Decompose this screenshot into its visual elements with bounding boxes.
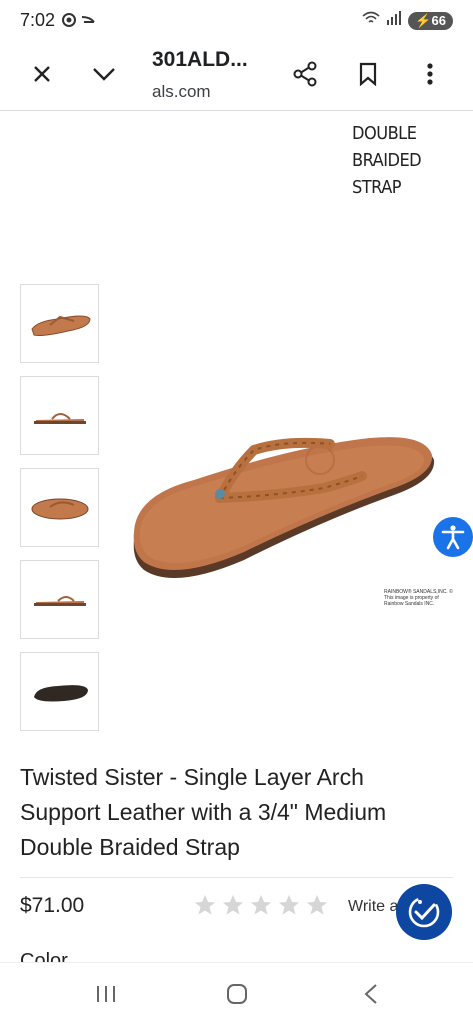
- accessibility-widget-button[interactable]: [396, 884, 452, 940]
- accessibility-icon: [441, 525, 465, 550]
- bookmark-icon[interactable]: [350, 56, 386, 92]
- accessibility-button[interactable]: [433, 517, 473, 557]
- chevron-down-icon[interactable]: [86, 56, 122, 92]
- main-product-image[interactable]: [124, 400, 464, 610]
- star-icon: [195, 895, 215, 915]
- write-review-link[interactable]: Write a: [348, 898, 398, 916]
- divider: [20, 877, 453, 878]
- more-options-icon[interactable]: [412, 56, 448, 92]
- battery-indicator: ⚡66: [408, 11, 453, 30]
- status-time: 7:02: [20, 10, 56, 30]
- recent-apps-icon[interactable]: [91, 981, 121, 1007]
- status-bar: 7:02 ⚡66: [0, 0, 473, 40]
- star-icon: [251, 895, 271, 915]
- battery-level: 66: [431, 12, 446, 28]
- wifi-icon: [362, 10, 380, 31]
- system-nav-bar: [0, 962, 473, 1025]
- back-icon[interactable]: [356, 981, 386, 1007]
- browser-toolbar: 301ALD... als.com: [0, 40, 473, 111]
- thumbnail-3[interactable]: [20, 468, 99, 547]
- image-copyright: RAINBOW® SANDALS,INC. © This image is pr…: [384, 589, 454, 607]
- product-title: Twisted Sister - Single Layer Arch Suppo…: [20, 764, 387, 860]
- star-icon: [223, 895, 243, 915]
- home-icon[interactable]: [222, 981, 252, 1007]
- share-icon[interactable]: [287, 56, 323, 92]
- image-copyright-subline: This image is property of Rainbow Sandal…: [384, 595, 439, 607]
- accessibility-check-icon: [408, 896, 440, 928]
- product-price: $71.00: [20, 894, 85, 917]
- close-icon[interactable]: [24, 56, 60, 92]
- thumbnail-5[interactable]: [20, 652, 99, 731]
- page-title: 301ALD...: [152, 48, 248, 71]
- rating-stars[interactable]: [193, 893, 329, 917]
- thumbnail-2[interactable]: [20, 376, 99, 455]
- signal-icon: [386, 10, 402, 31]
- star-icon: [307, 895, 327, 915]
- thumbnail-1[interactable]: [20, 284, 99, 363]
- product-feature-text: DOUBLE BRAIDED STRAP: [352, 123, 422, 198]
- status-notification-icons: [62, 11, 102, 34]
- star-icon: [279, 895, 299, 915]
- page-url: als.com: [152, 82, 211, 101]
- thumbnail-4[interactable]: [20, 560, 99, 639]
